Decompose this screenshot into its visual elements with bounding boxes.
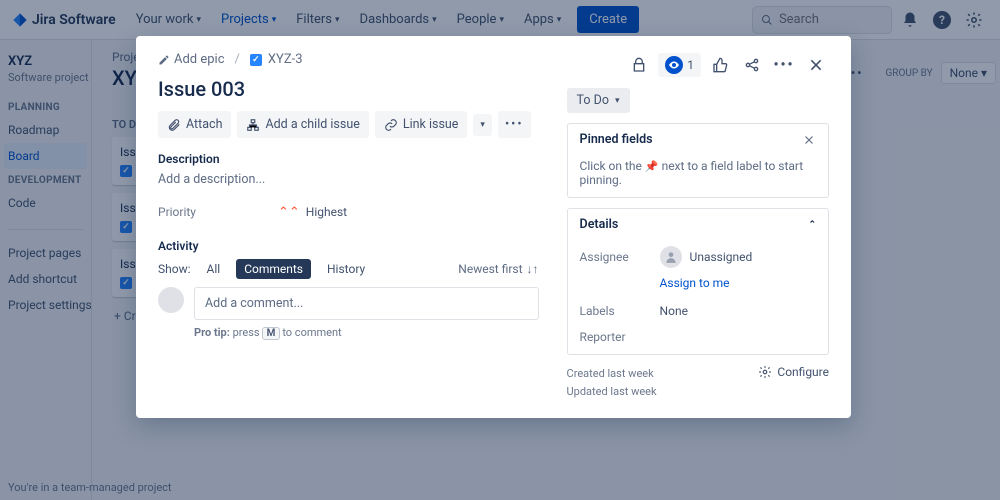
more-actions-button[interactable]: •••: [498, 111, 531, 138]
tab-comments[interactable]: Comments: [236, 259, 311, 279]
labels-label: Labels: [580, 304, 660, 318]
eye-icon: [665, 56, 683, 74]
share-icon[interactable]: [739, 52, 765, 78]
assignee-label: Assignee: [580, 250, 660, 264]
chevron-up-icon: ⌃: [808, 220, 816, 230]
close-icon: [808, 57, 824, 73]
activity-heading: Activity: [158, 239, 539, 253]
sort-newest-first[interactable]: Newest first ↓↑: [458, 262, 538, 276]
pin-icon: 📌: [645, 160, 659, 173]
show-label: Show:: [158, 262, 191, 276]
details-panel: Details ⌃ Assignee Unassigned Assign to …: [567, 208, 829, 355]
tab-history[interactable]: History: [319, 259, 373, 279]
tree-icon: [246, 118, 260, 132]
description-heading: Description: [158, 152, 539, 166]
sort-icon: ↓↑: [527, 262, 539, 276]
user-avatar: [158, 287, 184, 313]
reporter-label: Reporter: [580, 330, 660, 344]
issue-title[interactable]: Issue 003: [158, 77, 539, 101]
comment-input[interactable]: Add a comment...: [194, 287, 539, 320]
pro-tip: Pro tip: pressMto comment: [194, 326, 539, 340]
gear-icon: [758, 365, 772, 379]
issue-modal: Add epic / XYZ-3 Issue 003 Attach Add a …: [136, 36, 851, 418]
more-icon[interactable]: •••: [771, 52, 797, 78]
attach-button[interactable]: Attach: [158, 111, 231, 138]
vote-icon[interactable]: [707, 52, 733, 78]
issue-key[interactable]: XYZ-3: [250, 52, 303, 67]
details-toggle[interactable]: Details ⌃: [568, 209, 828, 240]
task-icon: [250, 54, 262, 66]
link-icon: [384, 118, 398, 132]
priority-label: Priority: [158, 205, 218, 219]
attach-icon: [167, 118, 181, 132]
pencil-icon: [158, 54, 170, 66]
labels-value[interactable]: None: [660, 304, 688, 318]
lock-icon[interactable]: [626, 52, 652, 78]
chevron-down-icon: ▾: [480, 120, 485, 130]
watch-button[interactable]: 1: [658, 53, 701, 77]
priority-value[interactable]: ⌃⌃ Highest: [278, 205, 347, 219]
assignee-value[interactable]: Unassigned: [660, 246, 753, 268]
configure-button[interactable]: Configure: [758, 365, 829, 379]
link-issue-button[interactable]: Link issue: [375, 111, 468, 138]
add-child-button[interactable]: Add a child issue: [237, 111, 368, 138]
assign-to-me-link[interactable]: Assign to me: [568, 274, 828, 298]
more-icon: •••: [505, 117, 524, 132]
pinned-fields-body: Click on the 📌 next to a field label to …: [568, 155, 828, 197]
unassigned-avatar-icon: [660, 246, 682, 268]
pinned-fields-panel: Pinned fields Click on the 📌 next to a f…: [567, 123, 829, 198]
pinned-fields-heading: Pinned fields: [580, 132, 653, 147]
tab-all[interactable]: All: [199, 259, 229, 279]
add-epic-button[interactable]: Add epic: [158, 52, 225, 67]
issue-dates: Created last week Updated last week: [567, 365, 657, 400]
description-field[interactable]: Add a description...: [158, 172, 539, 187]
link-dropdown-button[interactable]: ▾: [473, 114, 492, 136]
close-button[interactable]: [803, 52, 829, 78]
status-dropdown[interactable]: To Do▾: [567, 88, 630, 113]
chevron-down-icon: ▾: [615, 96, 620, 106]
dismiss-pinned-icon[interactable]: [802, 133, 816, 147]
priority-highest-icon: ⌃⌃: [278, 206, 300, 219]
